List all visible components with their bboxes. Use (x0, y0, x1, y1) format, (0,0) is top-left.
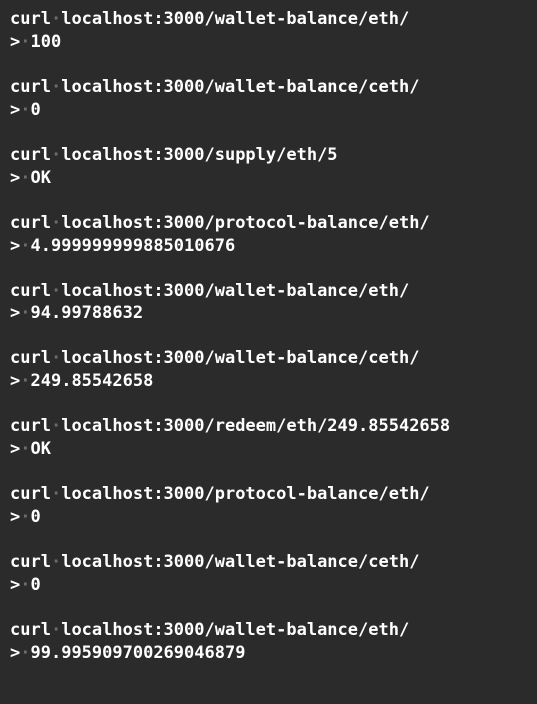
output-value: 0 (31, 575, 41, 595)
output-prefix: > (10, 643, 20, 663)
terminal-output: curl·localhost:3000/wallet-balance/eth/>… (10, 8, 527, 665)
space-marker-icon: · (20, 303, 30, 323)
command-name: curl (10, 552, 51, 572)
output-prefix: > (10, 439, 20, 459)
terminal-block: curl·localhost:3000/wallet-balance/ceth/… (10, 551, 527, 597)
output-value: 4.999999999885010676 (31, 236, 236, 256)
output-line: >·94.99788632 (10, 302, 527, 325)
terminal-block: curl·localhost:3000/supply/eth/5>·OK (10, 144, 527, 190)
space-marker-icon: · (51, 416, 61, 436)
space-marker-icon: · (20, 507, 30, 527)
terminal-block: curl·localhost:3000/protocol-balance/eth… (10, 483, 527, 529)
command-arg: localhost:3000/wallet-balance/eth/ (61, 9, 409, 29)
terminal-block: curl·localhost:3000/wallet-balance/eth/>… (10, 8, 527, 54)
command-line: curl·localhost:3000/protocol-balance/eth… (10, 212, 527, 235)
output-prefix: > (10, 507, 20, 527)
output-line: >·99.995909700269046879 (10, 642, 527, 665)
output-line: >·4.999999999885010676 (10, 235, 527, 258)
output-value: OK (31, 439, 51, 459)
terminal-block: curl·localhost:3000/wallet-balance/eth/>… (10, 619, 527, 665)
command-name: curl (10, 213, 51, 233)
space-marker-icon: · (51, 620, 61, 640)
command-name: curl (10, 77, 51, 97)
command-line: curl·localhost:3000/wallet-balance/ceth/ (10, 551, 527, 574)
output-line: >·OK (10, 438, 527, 461)
command-name: curl (10, 484, 51, 504)
command-name: curl (10, 620, 51, 640)
command-name: curl (10, 145, 51, 165)
command-arg: localhost:3000/wallet-balance/eth/ (61, 281, 409, 301)
command-line: curl·localhost:3000/wallet-balance/eth/ (10, 8, 527, 31)
output-line: >·0 (10, 506, 527, 529)
output-prefix: > (10, 575, 20, 595)
output-value: 0 (31, 507, 41, 527)
space-marker-icon: · (20, 236, 30, 256)
terminal-block: curl·localhost:3000/wallet-balance/ceth/… (10, 76, 527, 122)
command-line: curl·localhost:3000/wallet-balance/ceth/ (10, 347, 527, 370)
command-arg: localhost:3000/supply/eth/5 (61, 145, 337, 165)
command-name: curl (10, 9, 51, 29)
command-arg: localhost:3000/wallet-balance/ceth/ (61, 77, 419, 97)
space-marker-icon: · (20, 643, 30, 663)
output-value: 100 (31, 32, 62, 52)
command-arg: localhost:3000/wallet-balance/ceth/ (61, 348, 419, 368)
output-value: 249.85542658 (31, 371, 154, 391)
output-line: >·OK (10, 167, 527, 190)
space-marker-icon: · (51, 484, 61, 504)
command-line: curl·localhost:3000/protocol-balance/eth… (10, 483, 527, 506)
space-marker-icon: · (20, 100, 30, 120)
space-marker-icon: · (51, 213, 61, 233)
space-marker-icon: · (51, 281, 61, 301)
output-line: >·0 (10, 574, 527, 597)
space-marker-icon: · (51, 552, 61, 572)
command-name: curl (10, 416, 51, 436)
output-value: 99.995909700269046879 (31, 643, 246, 663)
space-marker-icon: · (20, 439, 30, 459)
output-prefix: > (10, 100, 20, 120)
command-name: curl (10, 348, 51, 368)
command-line: curl·localhost:3000/wallet-balance/eth/ (10, 619, 527, 642)
output-prefix: > (10, 371, 20, 391)
space-marker-icon: · (51, 9, 61, 29)
output-prefix: > (10, 32, 20, 52)
terminal-block: curl·localhost:3000/redeem/eth/249.85542… (10, 415, 527, 461)
space-marker-icon: · (20, 32, 30, 52)
output-prefix: > (10, 236, 20, 256)
space-marker-icon: · (51, 348, 61, 368)
terminal-block: curl·localhost:3000/wallet-balance/eth/>… (10, 280, 527, 326)
space-marker-icon: · (51, 77, 61, 97)
space-marker-icon: · (51, 145, 61, 165)
command-arg: localhost:3000/protocol-balance/eth/ (61, 484, 429, 504)
command-name: curl (10, 281, 51, 301)
command-arg: localhost:3000/protocol-balance/eth/ (61, 213, 429, 233)
output-prefix: > (10, 168, 20, 188)
terminal-block: curl·localhost:3000/protocol-balance/eth… (10, 212, 527, 258)
command-arg: localhost:3000/wallet-balance/eth/ (61, 620, 409, 640)
command-line: curl·localhost:3000/supply/eth/5 (10, 144, 527, 167)
output-value: 94.99788632 (31, 303, 144, 323)
space-marker-icon: · (20, 575, 30, 595)
output-line: >·100 (10, 31, 527, 54)
command-arg: localhost:3000/wallet-balance/ceth/ (61, 552, 419, 572)
command-line: curl·localhost:3000/wallet-balance/eth/ (10, 280, 527, 303)
space-marker-icon: · (20, 168, 30, 188)
output-value: OK (31, 168, 51, 188)
command-arg: localhost:3000/redeem/eth/249.85542658 (61, 416, 450, 436)
terminal-block: curl·localhost:3000/wallet-balance/ceth/… (10, 347, 527, 393)
space-marker-icon: · (20, 371, 30, 391)
command-line: curl·localhost:3000/redeem/eth/249.85542… (10, 415, 527, 438)
output-value: 0 (31, 100, 41, 120)
output-prefix: > (10, 303, 20, 323)
command-line: curl·localhost:3000/wallet-balance/ceth/ (10, 76, 527, 99)
output-line: >·249.85542658 (10, 370, 527, 393)
output-line: >·0 (10, 99, 527, 122)
